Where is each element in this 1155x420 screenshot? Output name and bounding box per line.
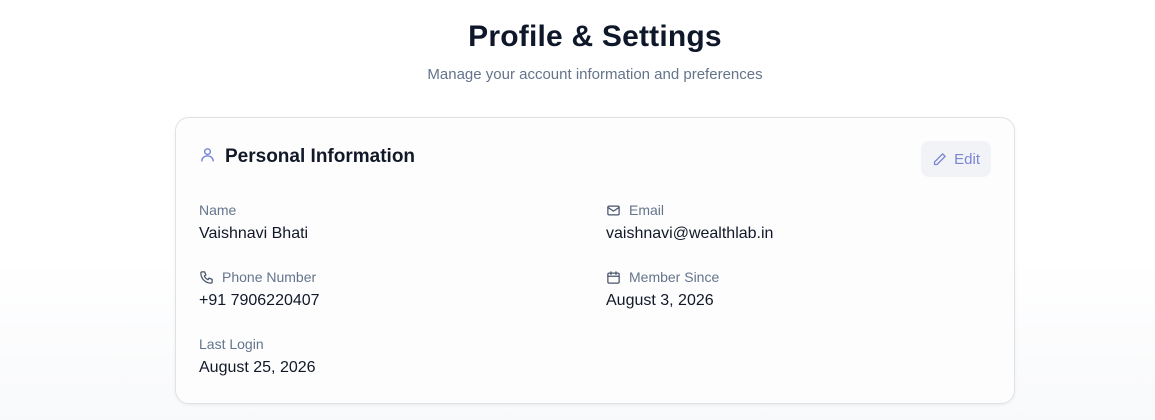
edit-button[interactable]: Edit <box>921 141 991 177</box>
field-name-label: Name <box>199 202 237 218</box>
field-member-since: Member Since August 3, 2026 <box>606 268 719 310</box>
user-icon <box>199 146 216 168</box>
field-member-since-value: August 3, 2026 <box>606 292 714 309</box>
field-member-since-label: Member Since <box>629 269 720 285</box>
pencil-icon <box>932 152 947 167</box>
calendar-icon <box>606 270 621 285</box>
field-name-value: Vaishnavi Bhati <box>199 225 309 242</box>
page-subtitle: Manage your account information and pref… <box>427 66 763 83</box>
mail-icon <box>606 203 621 218</box>
field-phone: Phone Number +91 7906220407 <box>199 268 320 310</box>
profile-settings-page: Profile & Settings Manage your account i… <box>0 0 1155 420</box>
card-header: Personal Information <box>199 146 415 168</box>
card-title: Personal Information <box>225 146 416 167</box>
field-last-login-value: August 25, 2026 <box>199 359 316 376</box>
field-name: Name Vaishnavi Bhati <box>199 201 308 243</box>
field-phone-value: +91 7906220407 <box>199 292 320 309</box>
field-email: Email vaishnavi@wealthlab.in <box>606 201 773 243</box>
field-email-value: vaishnavi@wealthlab.in <box>606 225 774 242</box>
field-phone-label: Phone Number <box>222 269 317 285</box>
page-title: Profile & Settings <box>468 20 722 53</box>
field-last-login: Last Login August 25, 2026 <box>199 335 316 377</box>
edit-button-label: Edit <box>954 150 980 168</box>
phone-icon <box>199 270 214 285</box>
personal-information-card: Personal Information Edit Name Vaishnavi… <box>175 117 1015 404</box>
field-last-login-label: Last Login <box>199 336 264 352</box>
field-email-label: Email <box>629 202 665 218</box>
